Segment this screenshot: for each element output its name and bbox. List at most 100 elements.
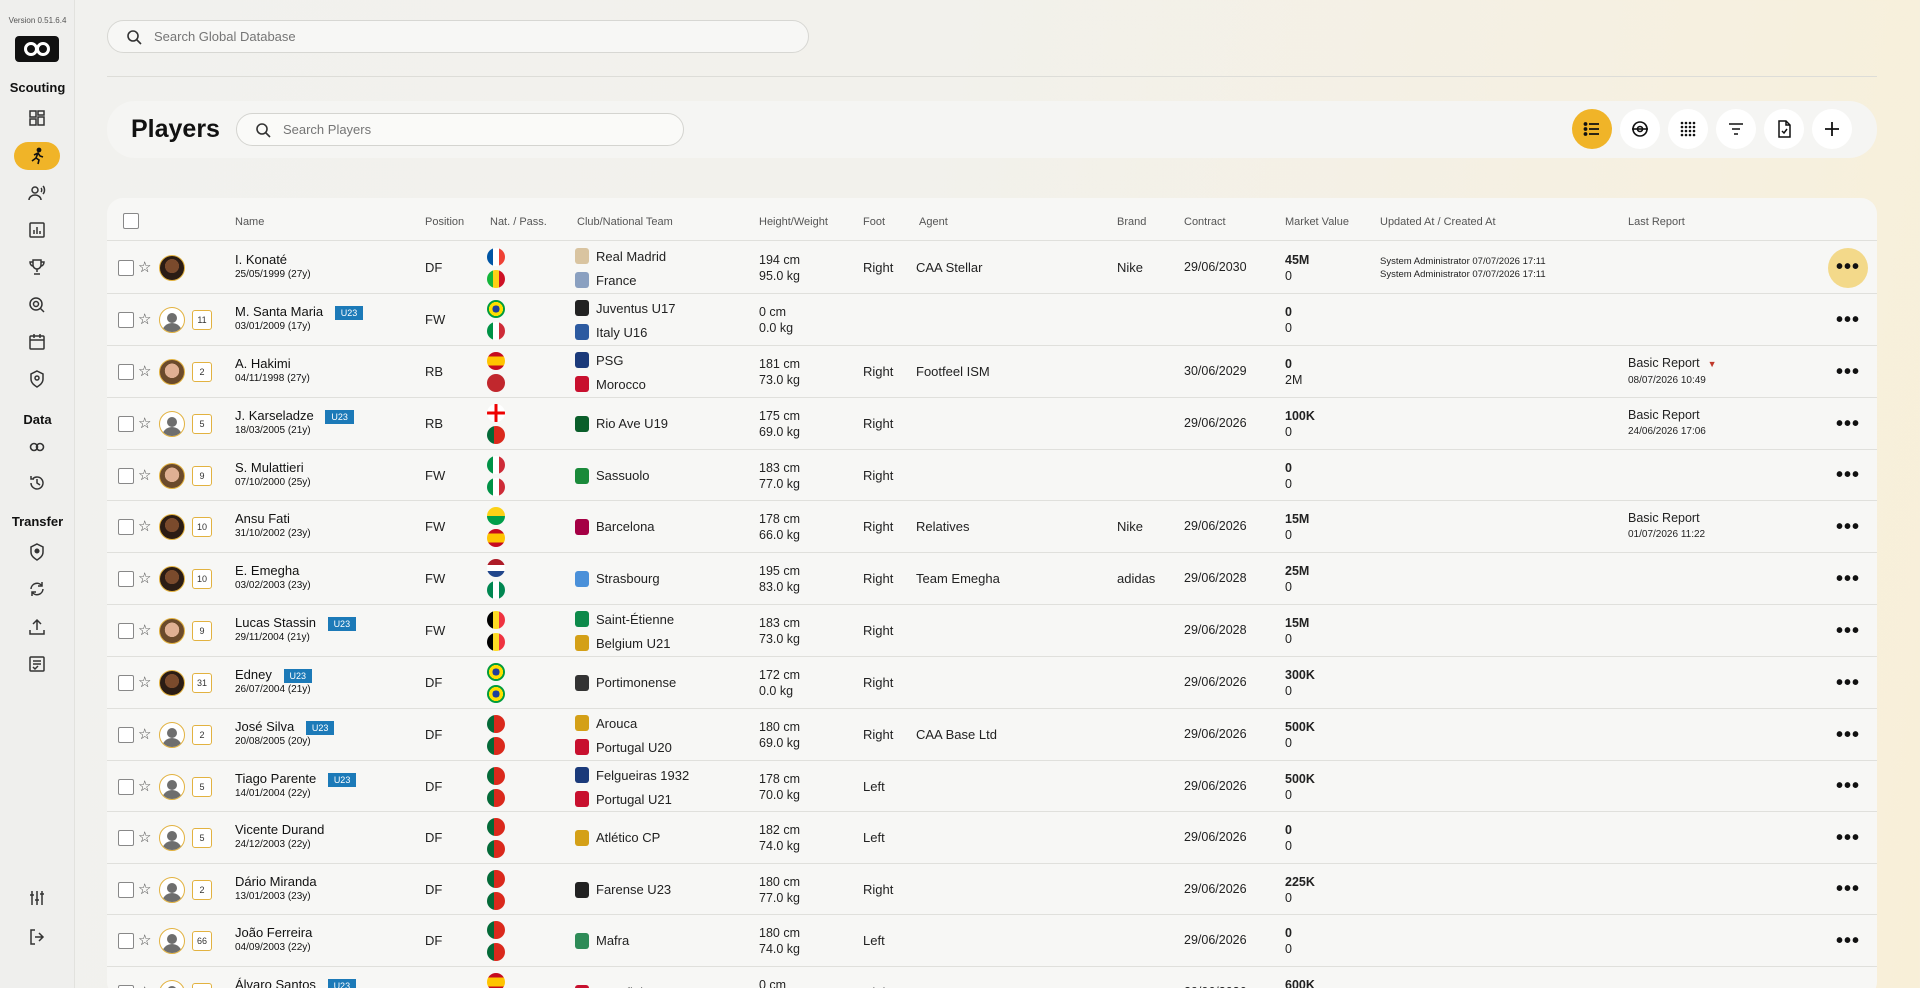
select-all-checkbox[interactable]	[123, 213, 139, 229]
more-options-button[interactable]: •••	[1828, 663, 1868, 703]
report-type[interactable]: Basic Report	[1628, 356, 1700, 370]
player-name[interactable]: Edney U23	[235, 667, 313, 683]
table-row[interactable]: ☆ 9 S. Mulattieri 07/10/2000 (25y) FW Sassuol…	[107, 449, 1877, 500]
history-icon[interactable]	[14, 469, 60, 497]
player-name-text[interactable]: A. Hakimi	[235, 356, 291, 371]
star-icon[interactable]: ☆	[138, 621, 151, 639]
col-updated-created[interactable]: Updated At / Created At	[1380, 216, 1496, 228]
row-checkbox[interactable]	[118, 778, 134, 795]
club-name[interactable]: Atlético CP	[596, 830, 660, 845]
col-nat-pass[interactable]: Nat. / Pass.	[490, 216, 547, 228]
player-search-box[interactable]	[235, 113, 684, 146]
global-search-box[interactable]	[107, 20, 809, 53]
player-name-text[interactable]: M. Santa Maria	[235, 304, 323, 319]
player-name-text[interactable]: I. Konaté	[235, 252, 287, 267]
col-market-value[interactable]: Market Value	[1285, 216, 1349, 228]
trophy-icon[interactable]	[14, 253, 60, 281]
player-name[interactable]: E. Emegha	[235, 563, 299, 578]
row-checkbox[interactable]	[118, 312, 134, 328]
national-team-name[interactable]: Morocco	[596, 377, 646, 392]
star-icon[interactable]: ☆	[138, 569, 151, 587]
player-name-text[interactable]: S. Mulattieri	[235, 460, 304, 475]
table-row[interactable]: ☆ 2 José Silva U23 20/08/2005 (20y) DF Arouca…	[107, 708, 1877, 760]
national-team-name[interactable]: Portugal U20	[596, 740, 672, 755]
grid-view-button[interactable]	[1668, 109, 1708, 149]
more-options-button[interactable]: •••	[1828, 507, 1868, 547]
player-name-text[interactable]: E. Emegha	[235, 563, 299, 578]
row-checkbox[interactable]	[118, 364, 134, 380]
national-team-name[interactable]: Belgium U21	[596, 636, 670, 651]
col-height-weight[interactable]: Height/Weight	[759, 216, 828, 228]
table-row[interactable]: ☆ 10 Ansu Fati 31/10/2002 (23y) FW Barcelona 1…	[107, 500, 1877, 552]
club-name[interactable]: Sassuolo	[596, 468, 649, 483]
more-options-button[interactable]: •••	[1828, 300, 1868, 340]
filter-button[interactable]	[1716, 109, 1756, 149]
player-name-text[interactable]: Vicente Durand	[235, 822, 324, 837]
data-logo-icon[interactable]	[14, 433, 60, 461]
star-icon[interactable]: ☆	[138, 828, 151, 846]
player-name[interactable]: João Ferreira	[235, 925, 312, 940]
table-row[interactable]: ☆ 5 J. Karseladze U23 18/03/2005 (21y) RB Rio…	[107, 397, 1877, 449]
col-agent[interactable]: Agent	[919, 216, 948, 228]
col-contract[interactable]: Contract	[1184, 216, 1226, 228]
col-last-report[interactable]: Last Report	[1628, 216, 1685, 228]
table-row[interactable]: ☆ 5 Tiago Parente U23 14/01/2004 (22y) DF Fel…	[107, 760, 1877, 811]
export-button[interactable]	[1764, 109, 1804, 149]
star-icon[interactable]: ☆	[138, 258, 151, 276]
transfer-sync-icon[interactable]	[14, 575, 60, 603]
global-search-input[interactable]	[154, 29, 734, 44]
player-name[interactable]: Tiago Parente U23	[235, 771, 357, 787]
star-icon[interactable]: ☆	[138, 362, 151, 380]
player-run-icon[interactable]	[14, 142, 60, 170]
club-name[interactable]: Barcelona	[596, 519, 655, 534]
star-icon[interactable]: ☆	[138, 931, 151, 949]
more-options-button[interactable]: •••	[1828, 921, 1868, 961]
club-name[interactable]: Real Madrid	[596, 249, 666, 264]
player-name[interactable]: Lucas Stassin U23	[235, 615, 357, 631]
player-name[interactable]: A. Hakimi	[235, 356, 291, 371]
more-options-button[interactable]: •••	[1828, 611, 1868, 651]
report-type[interactable]: Basic Report	[1628, 511, 1700, 525]
player-name[interactable]: M. Santa Maria U23	[235, 304, 364, 320]
table-row[interactable]: ☆ 5 Vicente Durand 24/12/2003 (22y) DF Atléti…	[107, 811, 1877, 863]
logout-icon[interactable]	[14, 923, 60, 951]
table-row[interactable]: ☆ 2 Dário Miranda 13/01/2003 (23y) DF Farense…	[107, 863, 1877, 914]
player-name-text[interactable]: Edney	[235, 667, 272, 682]
transfer-shield-icon[interactable]	[14, 538, 60, 566]
player-name[interactable]: Dário Miranda	[235, 874, 317, 889]
table-row[interactable]: ☆ 31 Edney U23 26/07/2004 (21y) DF Portimonen…	[107, 656, 1877, 708]
col-brand[interactable]: Brand	[1117, 216, 1146, 228]
national-team-name[interactable]: Italy U16	[596, 325, 647, 340]
star-icon[interactable]: ☆	[138, 725, 151, 743]
club-name[interactable]: Farense U23	[596, 882, 671, 897]
player-name[interactable]: I. Konaté	[235, 252, 287, 267]
more-options-button[interactable]: •••	[1828, 767, 1868, 807]
national-team-name[interactable]: Portugal U21	[596, 792, 672, 807]
player-name-text[interactable]: Lucas Stassin	[235, 615, 316, 630]
scout-speaking-icon[interactable]	[14, 179, 60, 207]
star-icon[interactable]: ☆	[138, 517, 151, 535]
row-checkbox[interactable]	[118, 259, 134, 276]
col-club[interactable]: Club/National Team	[577, 216, 673, 228]
player-name-text[interactable]: Dário Miranda	[235, 874, 317, 889]
more-options-button[interactable]: •••	[1828, 559, 1868, 599]
shield-icon[interactable]	[14, 365, 60, 393]
player-name[interactable]: José Silva U23	[235, 719, 335, 735]
more-options-button[interactable]: •••	[1828, 818, 1868, 858]
player-name[interactable]: Vicente Durand	[235, 822, 324, 837]
app-logo[interactable]	[15, 36, 59, 62]
club-name[interactable]: Saint-Étienne	[596, 612, 674, 627]
table-row[interactable]: ☆20Álvaro Santos U23RBPenafiel0 cmRight2…	[107, 966, 1877, 988]
player-name-text[interactable]: João Ferreira	[235, 925, 312, 940]
calendar-icon[interactable]	[14, 328, 60, 356]
row-checkbox[interactable]	[118, 571, 134, 587]
club-name[interactable]: Portimonense	[596, 675, 676, 690]
player-name[interactable]: S. Mulattieri	[235, 460, 304, 475]
star-icon[interactable]: ☆	[138, 673, 151, 691]
more-options-button[interactable]: •••	[1828, 973, 1868, 988]
row-checkbox[interactable]	[118, 623, 134, 639]
more-options-button[interactable]: •••	[1828, 715, 1868, 755]
more-options-button[interactable]: •••	[1828, 404, 1868, 444]
row-checkbox[interactable]	[118, 416, 134, 432]
row-checkbox[interactable]	[118, 519, 134, 535]
